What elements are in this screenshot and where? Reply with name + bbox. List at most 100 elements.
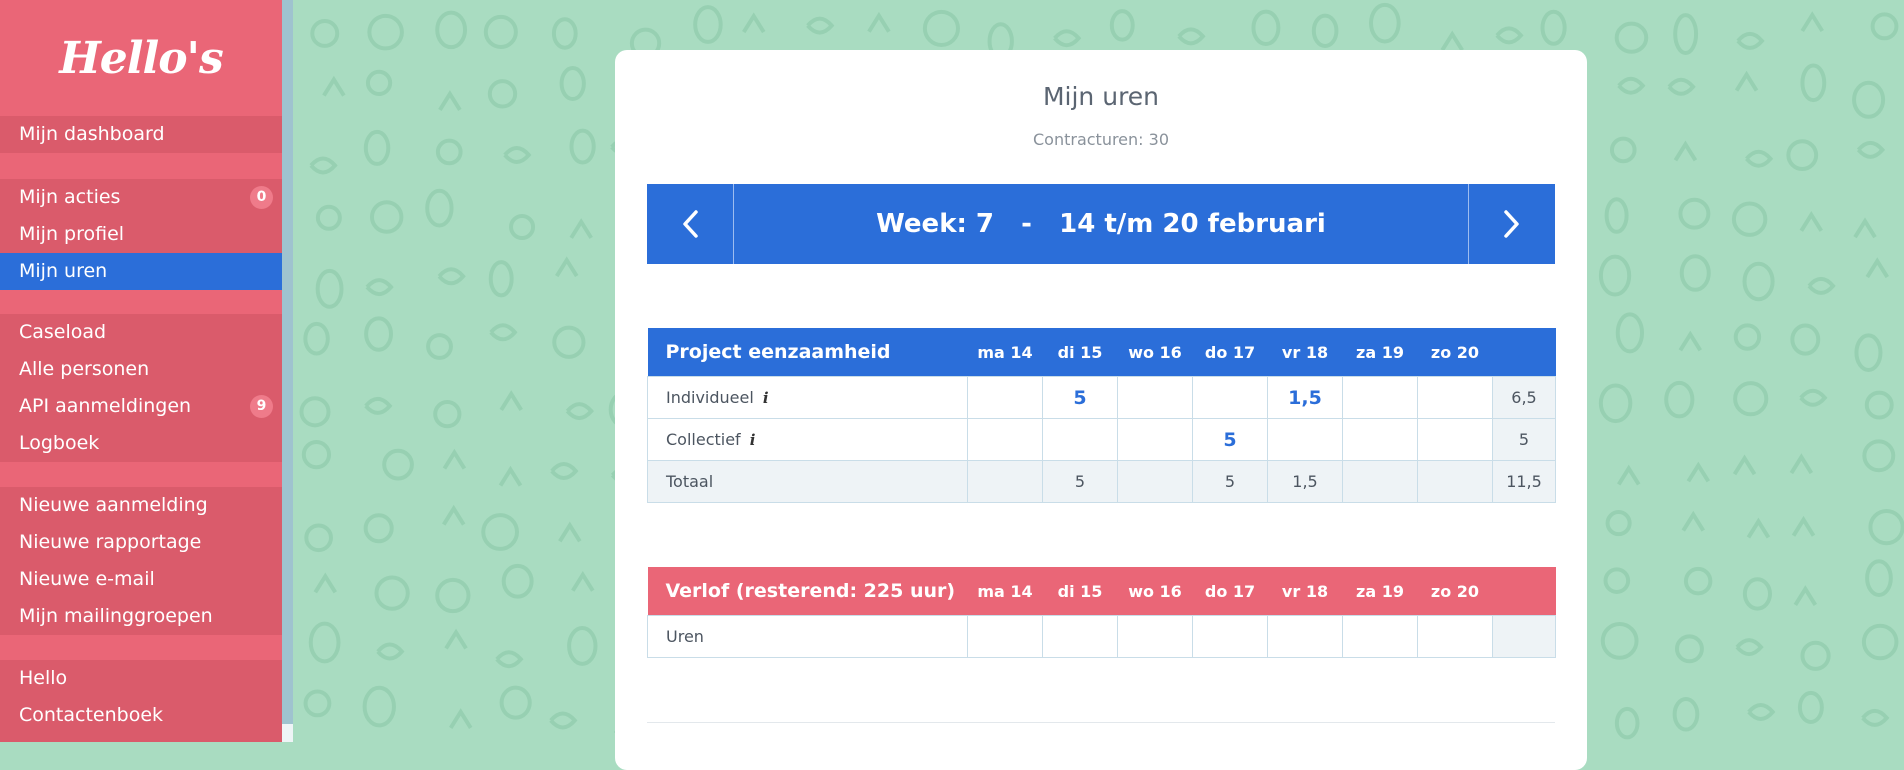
sidebar-item-nieuwe-rapportage[interactable]: Nieuwe rapportage bbox=[0, 524, 282, 561]
hour-cell[interactable] bbox=[1192, 615, 1268, 658]
day-header: za 19 bbox=[1356, 581, 1404, 601]
leave-table-header: Verlof (resterend: 225 uur) ma 14 di 15 … bbox=[647, 567, 1556, 616]
hour-cell[interactable] bbox=[1267, 418, 1343, 461]
hour-cell[interactable] bbox=[1267, 615, 1343, 658]
sidebar-item-label: API aanmeldingen bbox=[19, 395, 192, 417]
contract-hours: Contracturen: 30 bbox=[1032, 130, 1169, 149]
sidebar-item-mijn-acties[interactable]: Mijn acties 0 bbox=[0, 179, 282, 216]
hour-cell[interactable] bbox=[1117, 615, 1193, 658]
sidebar-item-label: Mijn mailinggroepen bbox=[19, 605, 213, 627]
row-label: Totaal bbox=[647, 460, 968, 503]
hour-cell[interactable] bbox=[1342, 376, 1418, 419]
sidebar-item-label: Contactenboek bbox=[19, 704, 164, 726]
info-icon[interactable]: i bbox=[750, 431, 756, 449]
row-label: Uren bbox=[647, 615, 968, 658]
sidebar-item-label: Nieuwe rapportage bbox=[19, 531, 202, 553]
logo[interactable]: Hello's bbox=[0, 0, 282, 116]
day-header: vr 18 bbox=[1281, 342, 1329, 362]
chevron-right-icon bbox=[1504, 210, 1519, 238]
day-header: vr 18 bbox=[1281, 581, 1329, 601]
api-count-badge: 9 bbox=[250, 395, 273, 418]
actions-count-badge: 0 bbox=[250, 186, 273, 209]
hour-cell[interactable] bbox=[967, 376, 1043, 419]
hour-cell[interactable] bbox=[1192, 376, 1268, 419]
nav-group-dashboard: Mijn dashboard bbox=[0, 116, 282, 153]
sidebar-item-label: Mijn uren bbox=[19, 260, 108, 282]
hour-cell[interactable] bbox=[1117, 418, 1193, 461]
total-cell: 5 bbox=[1192, 460, 1268, 503]
total-cell bbox=[967, 460, 1043, 503]
sidebar-item-label: Hello bbox=[19, 667, 68, 689]
sidebar-item-label: Mijn profiel bbox=[19, 223, 125, 245]
row-label: Collectief i bbox=[647, 418, 968, 461]
project-hours-table: Project eenzaamheid ma 14 di 15 wo 16 do… bbox=[647, 328, 1556, 503]
nav-group-new: Nieuwe aanmelding Nieuwe rapportage Nieu… bbox=[0, 487, 282, 635]
day-header: wo 16 bbox=[1128, 581, 1182, 601]
sidebar-scrollbar-end bbox=[282, 724, 293, 742]
total-cell: 5 bbox=[1042, 460, 1118, 503]
previous-week-button[interactable] bbox=[647, 184, 734, 264]
sidebar-item-nieuwe-aanmelding[interactable]: Nieuwe aanmelding bbox=[0, 487, 282, 524]
day-header: do 17 bbox=[1204, 342, 1256, 362]
hour-cell[interactable] bbox=[967, 418, 1043, 461]
hour-cell[interactable] bbox=[1117, 376, 1193, 419]
hour-cell[interactable] bbox=[1342, 418, 1418, 461]
hour-cell[interactable] bbox=[1342, 615, 1418, 658]
nav-group-other: Hello Contactenboek bbox=[0, 660, 282, 742]
hour-cell[interactable] bbox=[1042, 615, 1118, 658]
sidebar-item-logboek[interactable]: Logboek bbox=[0, 425, 282, 462]
hours-card: Mijn uren Contracturen: 30 Week: 7 - 14 … bbox=[615, 50, 1587, 770]
week-label: Week: 7 - 14 t/m 20 februari bbox=[876, 209, 1326, 239]
hour-cell[interactable]: 5 bbox=[1192, 418, 1268, 461]
sidebar-item-label: Caseload bbox=[19, 321, 107, 343]
project-table-header: Project eenzaamheid ma 14 di 15 wo 16 do… bbox=[647, 328, 1556, 377]
total-cell bbox=[1417, 460, 1493, 503]
sidebar-item-contactenboek[interactable]: Contactenboek bbox=[0, 697, 282, 734]
total-header bbox=[1493, 328, 1556, 377]
table-row: Uren bbox=[647, 615, 1556, 658]
day-header: di 15 bbox=[1057, 342, 1103, 362]
nav-group-persons: Caseload Alle personen API aanmeldingen … bbox=[0, 314, 282, 462]
total-cell bbox=[1342, 460, 1418, 503]
hour-cell[interactable] bbox=[1417, 376, 1493, 419]
sidebar-scrollbar[interactable] bbox=[282, 0, 293, 724]
sidebar-item-label: Mijn acties bbox=[19, 186, 121, 208]
row-total bbox=[1492, 615, 1556, 658]
day-header: di 15 bbox=[1057, 581, 1103, 601]
hour-cell[interactable] bbox=[1042, 418, 1118, 461]
row-total: 6,5 bbox=[1492, 376, 1556, 419]
sidebar-item-api-aanmeldingen[interactable]: API aanmeldingen 9 bbox=[0, 388, 282, 425]
next-week-button[interactable] bbox=[1468, 184, 1555, 264]
project-title: Project eenzaamheid bbox=[665, 341, 891, 363]
day-header: do 17 bbox=[1204, 581, 1256, 601]
table-row: Collectief i 5 5 bbox=[647, 418, 1556, 461]
hour-cell[interactable] bbox=[1417, 418, 1493, 461]
info-icon[interactable]: i bbox=[763, 389, 769, 407]
sidebar-item-mijn-profiel[interactable]: Mijn profiel bbox=[0, 216, 282, 253]
hour-cell[interactable] bbox=[967, 615, 1043, 658]
table-row: Individueel i 5 1,5 6,5 bbox=[647, 376, 1556, 419]
day-header: za 19 bbox=[1356, 342, 1404, 362]
sidebar-item-mijn-uren[interactable]: Mijn uren bbox=[0, 253, 282, 290]
sidebar-item-hello[interactable]: Hello bbox=[0, 660, 282, 697]
row-total: 5 bbox=[1492, 418, 1556, 461]
sidebar-item-caseload[interactable]: Caseload bbox=[0, 314, 282, 351]
sidebar-item-label: Nieuwe e-mail bbox=[19, 568, 155, 590]
day-header: ma 14 bbox=[977, 581, 1033, 601]
hour-cell[interactable] bbox=[1417, 615, 1493, 658]
sidebar-item-alle-personen[interactable]: Alle personen bbox=[0, 351, 282, 388]
hour-cell[interactable]: 5 bbox=[1042, 376, 1118, 419]
total-cell: 1,5 bbox=[1267, 460, 1343, 503]
day-header: zo 20 bbox=[1430, 342, 1480, 362]
sidebar-item-mijn-dashboard[interactable]: Mijn dashboard bbox=[0, 116, 282, 153]
hour-cell[interactable]: 1,5 bbox=[1267, 376, 1343, 419]
sidebar-item-label: Nieuwe aanmelding bbox=[19, 494, 208, 516]
total-cell bbox=[1117, 460, 1193, 503]
sidebar: Hello's Mijn dashboard Mijn acties 0 Mij… bbox=[0, 0, 282, 742]
page-title: Mijn uren bbox=[1042, 82, 1160, 111]
sidebar-item-mijn-mailinggroepen[interactable]: Mijn mailinggroepen bbox=[0, 598, 282, 635]
day-header: ma 14 bbox=[977, 342, 1033, 362]
nav-group-personal: Mijn acties 0 Mijn profiel Mijn uren bbox=[0, 179, 282, 290]
sidebar-item-label: Mijn dashboard bbox=[19, 123, 165, 145]
sidebar-item-nieuwe-e-mail[interactable]: Nieuwe e-mail bbox=[0, 561, 282, 598]
